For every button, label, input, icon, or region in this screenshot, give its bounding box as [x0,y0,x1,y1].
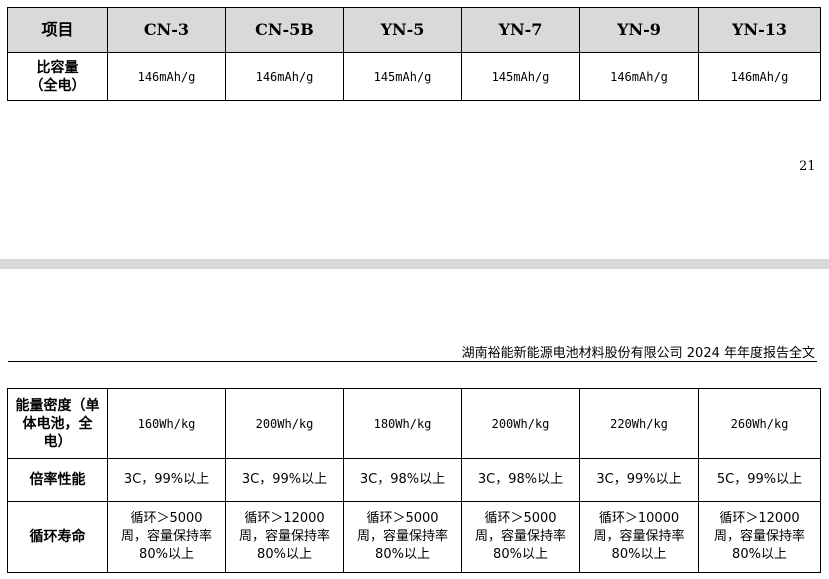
table-cell: 5C，99%以上 [698,458,821,502]
cell-line: 循环＞5000 [130,511,203,526]
cell-line: 3C，99%以上 [596,472,682,487]
cell-line: 3C，98%以上 [359,472,446,487]
row-label-specific-capacity: 比容量 （全电） [7,52,108,101]
cell-line: 5C，99%以上 [716,472,803,487]
page-break-divider [0,259,829,269]
table-row-rate-performance: 倍率性能 3C，99%以上 3C，99%以上 3C，98%以上 3C，98%以上… [7,458,821,502]
label-line: 能量密度（单 [15,397,100,414]
cell-line: 200Wh/kg [255,416,314,431]
cell-line: 80%以上 [493,547,548,562]
table-row-cycle-life: 循环寿命 循环＞5000 周，容量保持率 80%以上 循环＞12000 周，容量… [7,501,821,573]
table-cell: 146mAh/g [579,52,699,101]
header-cell-cn-5b: CN-5B [225,7,344,53]
cell-line: 周，容量保持率 [713,529,805,544]
header-cell-yn-7: YN-7 [461,7,580,53]
cell-line: 160Wh/kg [137,416,196,431]
table-cell: 循环＞12000 周，容量保持率 80%以上 [225,501,344,573]
cell-line: 循环＞10000 [598,511,680,526]
table-cell: 循环＞5000 周，容量保持率 80%以上 [107,501,226,573]
label-line: （全电） [29,77,86,94]
label-line: 倍率性能 [29,472,86,488]
table-cell: 220Wh/kg [579,388,699,459]
table-row-energy-density: 能量密度（单 体电池，全 电） 160Wh/kg 200Wh/kg 180Wh/… [7,388,821,459]
table-cell: 循环＞5000 周，容量保持率 80%以上 [461,501,580,573]
cell-line: 80%以上 [611,547,667,562]
page-number: 21 [799,159,816,174]
cell-line: 180Wh/kg [373,416,432,431]
table-row-specific-capacity: 比容量 （全电） 146mAh/g 146mAh/g 145mAh/g 145m… [7,52,821,101]
table-cell: 180Wh/kg [343,388,462,459]
table-cell: 146mAh/g [225,52,344,101]
label-line: 比容量 [36,59,79,76]
cell-line: 80%以上 [375,547,430,562]
cell-line: 循环＞5000 [366,511,439,526]
cell-line: 循环＞5000 [484,511,557,526]
table-cell: 循环＞5000 周，容量保持率 80%以上 [343,501,462,573]
label-line: 循环寿命 [29,529,86,545]
table-cell: 145mAh/g [343,52,462,101]
table-cell: 3C，99%以上 [107,458,226,502]
label-line: 体电池，全 [22,415,93,432]
table-cell: 循环＞12000 周，容量保持率 80%以上 [698,501,821,573]
table-cell: 3C，99%以上 [579,458,699,502]
cell-line: 80%以上 [257,547,312,562]
cell-line: 80%以上 [732,547,787,562]
label-line: 电） [43,433,72,450]
document-header: 湖南裕能新能源电池材料股份有限公司 2024 年年度报告全文 [461,346,815,361]
cell-line: 循环＞12000 [719,511,800,526]
row-label-rate-performance: 倍率性能 [7,458,108,502]
table-cell: 160Wh/kg [107,388,226,459]
header-cell-item: 项目 [7,7,108,53]
header-cell-yn-5: YN-5 [343,7,462,53]
table-cell: 260Wh/kg [698,388,821,459]
table-cell: 146mAh/g [698,52,821,101]
table-cell: 146mAh/g [107,52,226,101]
table-cell: 循环＞10000 周，容量保持率 80%以上 [579,501,699,573]
header-cell-yn-9: YN-9 [579,7,699,53]
cell-line: 3C，99%以上 [123,472,210,487]
cell-line: 周，容量保持率 [593,529,685,544]
cell-line: 3C，99%以上 [241,472,328,487]
header-cell-yn-13: YN-13 [698,7,821,53]
row-label-energy-density: 能量密度（单 体电池，全 电） [7,388,108,459]
cell-line: 220Wh/kg [610,416,668,431]
cell-line: 周，容量保持率 [238,529,330,544]
spec-table-bottom: 能量密度（单 体电池，全 电） 160Wh/kg 200Wh/kg 180Wh/… [7,388,821,573]
table-cell: 200Wh/kg [461,388,580,459]
header-rule [8,361,817,362]
table-cell: 3C，98%以上 [343,458,462,502]
cell-line: 循环＞12000 [244,511,325,526]
cell-line: 3C，98%以上 [477,472,564,487]
table-cell: 3C，98%以上 [461,458,580,502]
cell-line: 周，容量保持率 [474,529,566,544]
table-cell: 145mAh/g [461,52,580,101]
cell-line: 周，容量保持率 [120,529,212,544]
cell-line: 80%以上 [139,547,194,562]
header-cell-cn-3: CN-3 [107,7,226,53]
spec-table-top: 项目 CN-3 CN-5B YN-5 YN-7 YN-9 YN-13 比容量 （… [7,7,821,101]
table-cell: 3C，99%以上 [225,458,344,502]
cell-line: 260Wh/kg [730,416,789,431]
table-cell: 200Wh/kg [225,388,344,459]
cell-line: 周，容量保持率 [356,529,448,544]
table-header-row: 项目 CN-3 CN-5B YN-5 YN-7 YN-9 YN-13 [7,7,821,53]
cell-line: 200Wh/kg [491,416,550,431]
row-label-cycle-life: 循环寿命 [7,501,108,573]
